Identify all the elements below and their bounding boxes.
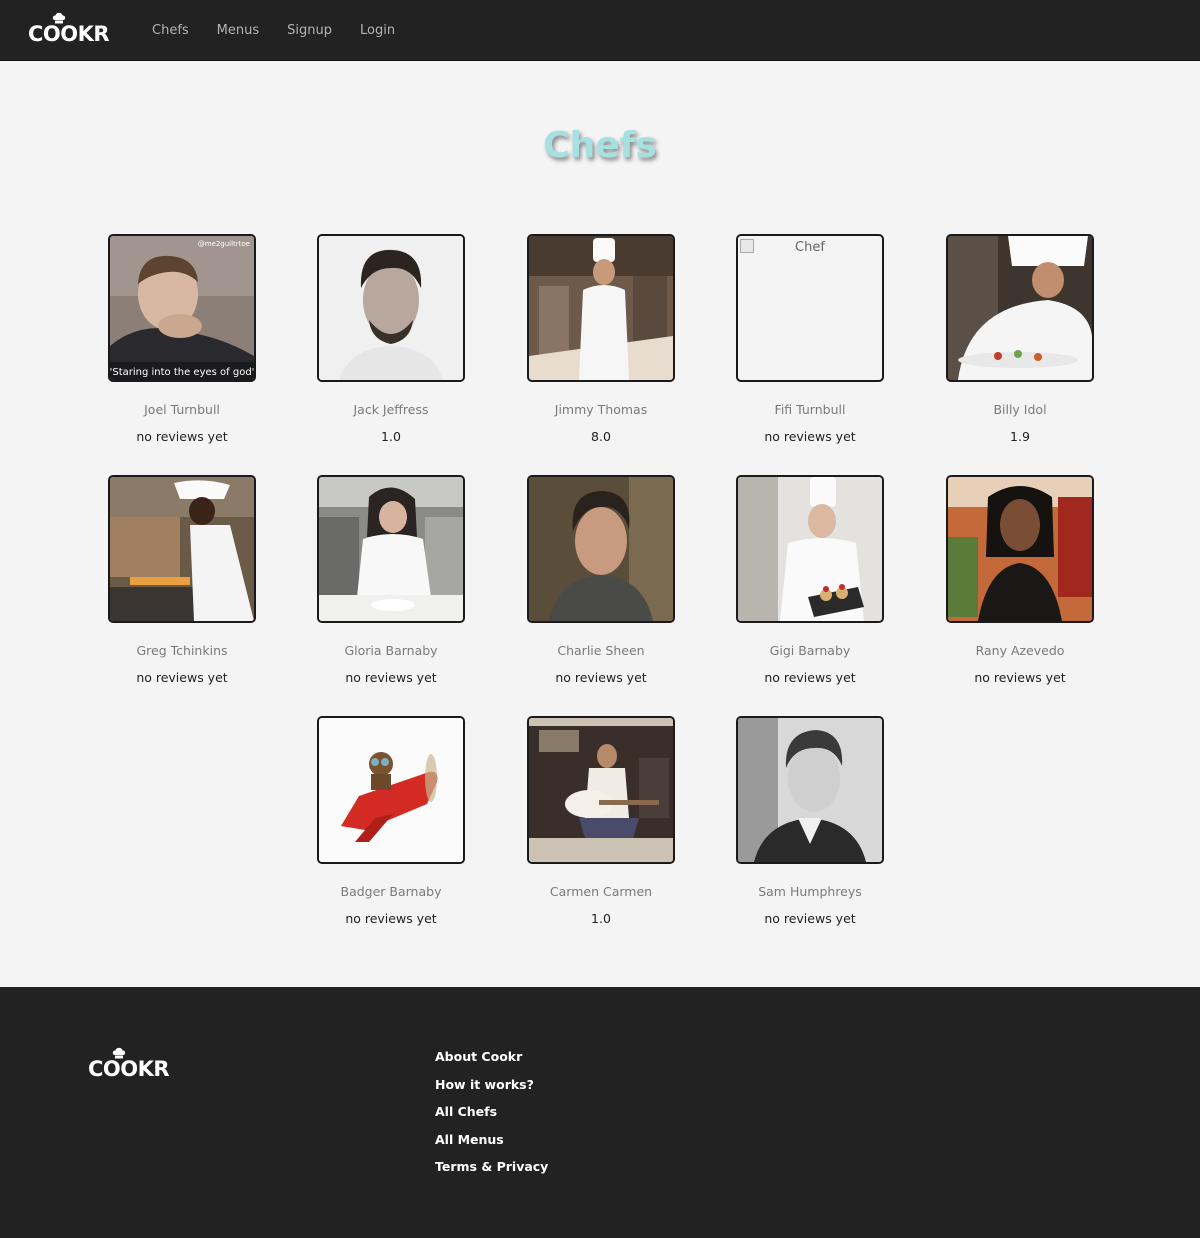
- chef-name[interactable]: Gloria Barnaby: [291, 643, 491, 658]
- chef-rating: no reviews yet: [764, 670, 856, 685]
- chef-rating: 1.0: [381, 429, 401, 444]
- chef-photo[interactable]: [317, 234, 465, 382]
- chef-photo[interactable]: Chef: [736, 234, 884, 382]
- nav-link-menus[interactable]: Menus: [203, 23, 273, 38]
- chef-photo[interactable]: [736, 475, 884, 623]
- chef-name[interactable]: Joel Turnbull: [82, 402, 282, 417]
- page-title: Chefs: [543, 125, 657, 166]
- nav-links: Chefs Menus Signup Login: [138, 0, 409, 61]
- footer-link-all-chefs[interactable]: All Chefs: [435, 1103, 548, 1131]
- chef-photo[interactable]: [736, 716, 884, 864]
- chef-name[interactable]: Rany Azevedo: [920, 643, 1120, 658]
- footer-link-how-it-works[interactable]: How it works?: [435, 1076, 548, 1104]
- chef-photo[interactable]: [527, 234, 675, 382]
- photo-caption: "Staring into the eyes of god": [110, 367, 254, 378]
- footer-link-about[interactable]: About Cookr: [435, 1048, 548, 1076]
- chef-photo[interactable]: [527, 475, 675, 623]
- chef-name[interactable]: Billy Idol: [920, 402, 1120, 417]
- chef-photo[interactable]: [946, 475, 1094, 623]
- photo-watermark: @me2guiltrtoe: [198, 240, 250, 248]
- nav-link-login[interactable]: Login: [346, 23, 409, 38]
- chef-photo[interactable]: [317, 716, 465, 864]
- chef-rating: no reviews yet: [764, 429, 856, 444]
- footer-link-all-menus[interactable]: All Menus: [435, 1131, 548, 1159]
- nav-link-signup[interactable]: Signup: [273, 23, 346, 38]
- chef-name[interactable]: Sam Humphreys: [710, 884, 910, 899]
- chef-rating: no reviews yet: [136, 429, 228, 444]
- footer-logo-link[interactable]: COOKR: [88, 1047, 170, 1081]
- photo-alt-text: Chef: [795, 240, 825, 255]
- footer-link-terms[interactable]: Terms & Privacy: [435, 1158, 548, 1186]
- chef-rating: no reviews yet: [555, 670, 647, 685]
- nav-link-chefs[interactable]: Chefs: [138, 23, 203, 38]
- chef-name[interactable]: Charlie Sheen: [501, 643, 701, 658]
- chef-rating: no reviews yet: [974, 670, 1066, 685]
- chef-rating: no reviews yet: [345, 670, 437, 685]
- logo-text: COOKR: [28, 22, 110, 46]
- chef-rating: no reviews yet: [764, 911, 856, 926]
- chef-photo[interactable]: [946, 234, 1094, 382]
- navbar: COOKR Chefs Menus Signup Login: [0, 0, 1200, 61]
- chef-rating: no reviews yet: [345, 911, 437, 926]
- chef-rating: 1.0: [591, 911, 611, 926]
- chef-name[interactable]: Fifi Turnbull: [710, 402, 910, 417]
- chef-name[interactable]: Gigi Barnaby: [710, 643, 910, 658]
- chef-rating: 8.0: [591, 429, 611, 444]
- chef-rating: no reviews yet: [136, 670, 228, 685]
- logo-link[interactable]: COOKR: [28, 12, 110, 46]
- footer: COOKR About Cookr How it works? All Chef…: [0, 987, 1200, 1238]
- chef-photo[interactable]: [108, 475, 256, 623]
- footer-logo-text: COOKR: [88, 1057, 170, 1081]
- chef-name[interactable]: Greg Tchinkins: [82, 643, 282, 658]
- footer-links: About Cookr How it works? All Chefs All …: [435, 1048, 548, 1186]
- chef-rating: 1.9: [1010, 429, 1030, 444]
- chef-photo[interactable]: [527, 716, 675, 864]
- chef-photo[interactable]: "Staring into the eyes of god" @me2guilt…: [108, 234, 256, 382]
- chef-name[interactable]: Carmen Carmen: [501, 884, 701, 899]
- chef-name[interactable]: Jimmy Thomas: [501, 402, 701, 417]
- chef-name[interactable]: Jack Jeffress: [291, 402, 491, 417]
- chef-name[interactable]: Badger Barnaby: [291, 884, 491, 899]
- chef-photo[interactable]: [317, 475, 465, 623]
